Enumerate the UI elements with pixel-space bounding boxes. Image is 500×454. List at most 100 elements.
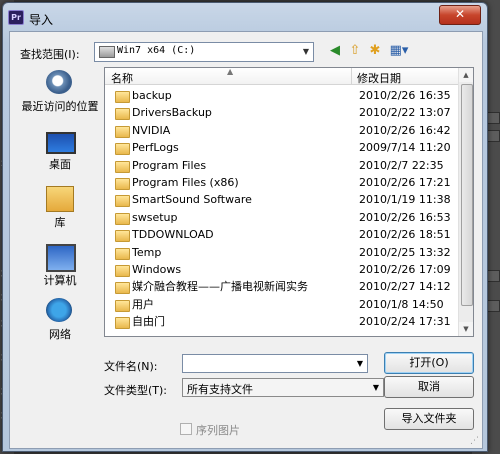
file-date: 2010/2/27 14:12 <box>359 280 451 294</box>
vertical-scrollbar[interactable]: ▲ ▼ <box>458 68 473 336</box>
network-icon <box>46 298 72 322</box>
view-menu-icon[interactable]: ▦▾ <box>388 42 410 60</box>
list-header: ▲ 名称 修改日期 <box>105 68 459 85</box>
import-folder-button[interactable]: 导入文件夹 <box>384 408 474 430</box>
file-date: 2010/2/24 17:31 <box>359 315 451 329</box>
file-row[interactable]: swsetup 2010/2/26 16:53 <box>105 209 459 226</box>
file-name: Temp <box>132 245 162 259</box>
new-folder-icon[interactable]: ✱ <box>366 42 384 60</box>
file-name: TDDOWNLOAD <box>132 228 214 242</box>
filetype-label: 文件类型(T): <box>104 384 168 397</box>
resize-grip-icon[interactable]: ⋰ <box>470 436 480 446</box>
folder-icon <box>115 125 130 138</box>
chevron-down-icon[interactable]: ▼ <box>353 355 367 372</box>
filename-input[interactable]: ▼ <box>182 354 368 373</box>
recent-places-icon <box>46 70 72 94</box>
file-date: 2010/2/22 13:07 <box>359 106 451 120</box>
file-name: 用户 <box>132 297 154 311</box>
file-name: Program Files <box>132 158 207 172</box>
file-date: 2010/2/26 18:51 <box>359 228 451 242</box>
file-row[interactable]: Windows 2010/2/26 17:09 <box>105 261 459 278</box>
scroll-thumb[interactable] <box>461 84 473 306</box>
image-sequence-label: 序列图片 <box>196 424 240 437</box>
file-date: 2010/2/26 16:35 <box>359 89 451 102</box>
file-row[interactable]: DriversBackup 2010/2/22 13:07 <box>105 104 459 121</box>
file-row[interactable]: 自由门 2010/2/24 17:31 <box>105 313 459 330</box>
file-date: 2010/1/19 11:38 <box>359 193 451 207</box>
folder-icon <box>115 247 130 260</box>
file-date: 2010/2/26 16:53 <box>359 210 451 224</box>
filetype-select[interactable]: 所有支持文件 ▼ <box>182 378 384 397</box>
column-header-date[interactable]: 修改日期 <box>357 70 401 86</box>
chevron-down-icon[interactable]: ▼ <box>299 43 313 61</box>
place-label: 计算机 <box>43 274 77 287</box>
place-label: 网络 <box>49 328 71 341</box>
folder-icon <box>115 299 130 312</box>
place-label: 桌面 <box>49 158 71 171</box>
file-row[interactable]: 用户 2010/1/8 14:50 <box>105 296 459 313</box>
file-row[interactable]: Program Files 2010/2/7 22:35 <box>105 157 459 174</box>
place-recent[interactable]: 最近访问的位置 <box>18 68 102 126</box>
file-date: 2010/1/8 14:50 <box>359 297 444 311</box>
place-libraries[interactable]: 库 <box>18 184 102 242</box>
place-desktop[interactable]: 桌面 <box>18 126 102 184</box>
back-icon[interactable]: ◀ <box>326 42 344 60</box>
dialog-content: 查找范围(I): Win7 x64 (C:) ▼ ◀ ⇧ ✱ ▦▾ 最近访问的位… <box>9 31 483 449</box>
folder-icon <box>115 91 130 103</box>
lookin-label: 查找范围(I): <box>20 48 80 61</box>
up-folder-icon[interactable]: ⇧ <box>346 42 364 60</box>
import-dialog: Pr 导入 ✕ 查找范围(I): Win7 x64 (C:) ▼ ◀ ⇧ ✱ ▦… <box>2 2 488 452</box>
folder-icon <box>115 108 130 121</box>
file-name: Program Files (x86) <box>132 175 239 189</box>
libraries-icon <box>46 186 74 212</box>
premiere-app-icon: Pr <box>8 10 24 25</box>
chevron-down-icon[interactable]: ▼ <box>369 379 383 396</box>
file-row[interactable]: NVIDIA 2010/2/26 16:42 <box>105 122 459 139</box>
scroll-down-icon[interactable]: ▼ <box>459 322 473 336</box>
file-row[interactable]: 媒介融合教程——广播电视新闻实务 2010/2/27 14:12 <box>105 278 459 295</box>
folder-icon <box>115 177 130 190</box>
open-button[interactable]: 打开(O) <box>384 352 474 374</box>
places-bar: 最近访问的位置 桌面 库 计算机 网络 <box>18 68 102 341</box>
folder-icon <box>115 195 130 208</box>
drive-icon <box>99 46 115 58</box>
place-network[interactable]: 网络 <box>18 296 102 354</box>
file-list[interactable]: ▲ 名称 修改日期 backup 2010/2/26 16:35 DriversBa… <box>104 67 474 337</box>
folder-icon <box>115 143 130 156</box>
cancel-button[interactable]: 取消 <box>384 376 474 398</box>
file-name: Windows <box>132 262 182 276</box>
file-row[interactable]: Temp 2010/2/25 13:32 <box>105 244 459 261</box>
dialog-title: 导入 <box>29 13 54 27</box>
file-rows: backup 2010/2/26 16:35 DriversBackup 2010/2… <box>105 87 459 330</box>
file-date: 2010/2/26 17:21 <box>359 175 451 189</box>
file-row[interactable]: Program Files (x86) 2010/2/26 17:21 <box>105 174 459 191</box>
file-date: 2010/2/26 17:09 <box>359 262 451 276</box>
column-header-name[interactable]: 名称 <box>111 70 133 86</box>
filetype-value: 所有支持文件 <box>187 383 253 396</box>
file-name: 媒介融合教程——广播电视新闻实务 <box>132 280 308 294</box>
folder-icon <box>115 317 130 330</box>
close-button[interactable]: ✕ <box>439 5 481 25</box>
file-date: 2010/2/26 16:42 <box>359 123 451 137</box>
file-name: NVIDIA <box>132 123 171 137</box>
column-divider[interactable] <box>351 68 352 84</box>
file-name: 自由门 <box>132 315 165 329</box>
place-label: 最近访问的位置 <box>21 100 99 113</box>
file-name: SmartSound Software <box>132 193 252 207</box>
file-row[interactable]: TDDOWNLOAD 2010/2/26 18:51 <box>105 226 459 243</box>
file-row[interactable]: backup 2010/2/26 16:35 <box>105 87 459 104</box>
folder-icon <box>115 230 130 243</box>
lookin-dropdown[interactable]: Win7 x64 (C:) ▼ <box>94 42 314 62</box>
file-row[interactable]: PerfLogs 2009/7/14 11:20 <box>105 139 459 156</box>
file-name: DriversBackup <box>132 106 212 120</box>
title-bar[interactable]: Pr 导入 ✕ <box>3 3 487 29</box>
computer-icon <box>46 244 76 272</box>
scroll-up-icon[interactable]: ▲ <box>459 68 473 82</box>
place-label: 库 <box>54 216 66 229</box>
file-row[interactable]: SmartSound Software 2010/1/19 11:38 <box>105 191 459 208</box>
folder-icon <box>115 282 130 295</box>
place-computer[interactable]: 计算机 <box>18 242 102 300</box>
checkbox-box[interactable] <box>180 423 192 435</box>
file-name: backup <box>132 89 172 102</box>
file-name: swsetup <box>132 210 178 224</box>
